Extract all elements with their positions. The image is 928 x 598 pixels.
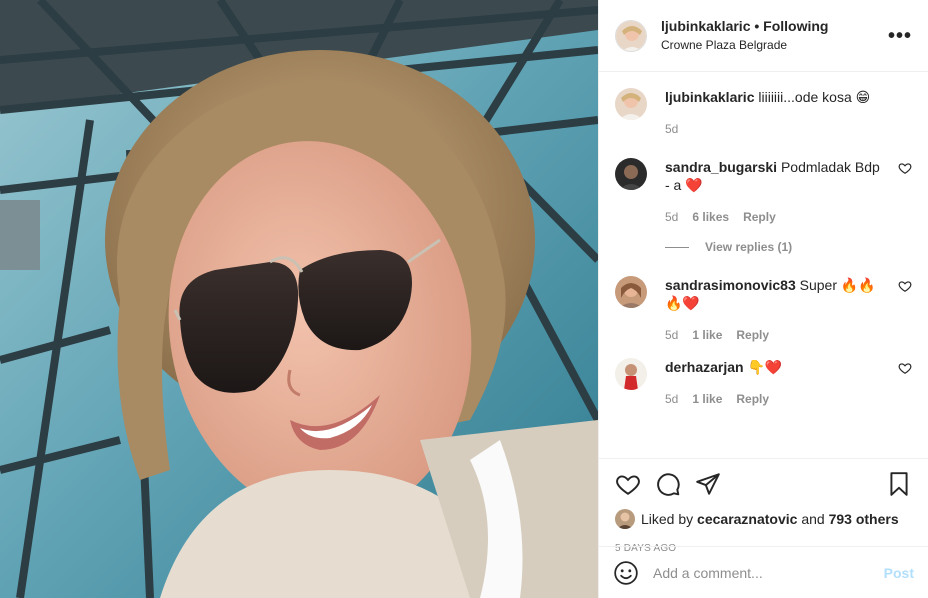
comment-username[interactable]: sandrasimonovic83 <box>665 277 796 293</box>
following-status[interactable]: • Following <box>754 18 828 34</box>
commenter-avatar[interactable] <box>615 358 647 390</box>
like-heart-icon[interactable] <box>615 471 641 497</box>
caption-text: liiiiiii...ode kosa 😁 <box>758 89 871 105</box>
comment-time[interactable]: 5d <box>665 208 678 226</box>
location-link[interactable]: Crowne Plaza Belgrade <box>661 36 888 55</box>
comment-body: derhazarjan 👇❤️ 5d 1 like Reply <box>665 358 912 408</box>
commenter-avatar[interactable] <box>615 276 647 308</box>
comment-text: 👇❤️ <box>747 359 783 375</box>
commenter-avatar[interactable] <box>615 158 647 190</box>
bookmark-icon[interactable] <box>886 471 912 497</box>
caption-body: ljubinkaklaric liiiiiii...ode kosa 😁 5d <box>665 88 912 138</box>
comment-meta: 5d 1 like Reply <box>665 390 886 408</box>
reply-button[interactable]: Reply <box>736 326 769 344</box>
liked-by-middle: and <box>801 511 825 527</box>
author-avatar[interactable] <box>615 19 647 52</box>
instagram-post: ljubinkaklaric • Following Crowne Plaza … <box>0 0 928 598</box>
comment-time[interactable]: 5d <box>665 390 678 408</box>
caption-username[interactable]: ljubinkaklaric <box>665 89 754 105</box>
comment-body: sandra_bugarski Podmladak Bdp - a ❤️ 5d … <box>665 158 912 226</box>
comment-likes[interactable]: 6 likes <box>692 208 729 226</box>
comment-meta: 5d 6 likes Reply <box>665 208 886 226</box>
like-comment-icon[interactable] <box>898 279 912 293</box>
action-icons <box>615 467 912 501</box>
comment-likes[interactable]: 1 like <box>692 326 722 344</box>
comment-item: sandra_bugarski Podmladak Bdp - a ❤️ 5d … <box>615 158 912 226</box>
like-comment-icon[interactable] <box>898 361 912 375</box>
liked-by-user[interactable]: cecaraznatovic <box>697 511 797 527</box>
comments-list: ljubinkaklaric liiiiiii...ode kosa 😁 5d … <box>599 72 928 458</box>
header-text: ljubinkaklaric • Following Crowne Plaza … <box>661 17 888 55</box>
comment-bubble-icon[interactable] <box>655 471 681 497</box>
comment-username[interactable]: sandra_bugarski <box>665 159 777 175</box>
comment-time[interactable]: 5d <box>665 326 678 344</box>
liked-by: Liked by cecaraznatovic and 793 others <box>615 509 912 529</box>
comment-input[interactable] <box>653 564 884 581</box>
post-sidebar: ljubinkaklaric • Following Crowne Plaza … <box>598 0 928 598</box>
view-replies-button[interactable]: View replies (1) <box>665 240 912 254</box>
reply-button[interactable]: Reply <box>743 208 776 226</box>
comment-username[interactable]: derhazarjan <box>665 359 744 375</box>
comment-item: derhazarjan 👇❤️ 5d 1 like Reply <box>615 358 912 408</box>
comment-item: sandrasimonovic83 Super 🔥🔥🔥❤️ 5d 1 like … <box>615 276 912 344</box>
like-comment-icon[interactable] <box>898 161 912 175</box>
emoji-icon[interactable] <box>613 560 639 586</box>
view-replies-line <box>665 246 689 248</box>
comment-body: sandrasimonovic83 Super 🔥🔥🔥❤️ 5d 1 like … <box>665 276 912 344</box>
add-comment-bar: Post <box>599 546 928 598</box>
author-username[interactable]: ljubinkaklaric <box>661 18 750 34</box>
post-comment-button[interactable]: Post <box>884 565 914 581</box>
liker-avatar[interactable] <box>615 509 635 529</box>
post-header: ljubinkaklaric • Following Crowne Plaza … <box>599 0 928 72</box>
caption-meta: 5d <box>665 120 886 138</box>
comment-likes[interactable]: 1 like <box>692 390 722 408</box>
selfie-image <box>0 0 598 598</box>
caption: ljubinkaklaric liiiiiii...ode kosa 😁 5d <box>615 88 912 138</box>
liked-by-others[interactable]: 793 others <box>829 511 899 527</box>
liked-by-prefix: Liked by <box>641 511 694 527</box>
share-send-icon[interactable] <box>695 471 721 497</box>
reply-button[interactable]: Reply <box>736 390 769 408</box>
caption-time[interactable]: 5d <box>665 120 678 138</box>
comment-meta: 5d 1 like Reply <box>665 326 886 344</box>
more-options-icon[interactable]: ••• <box>888 26 912 46</box>
caption-avatar[interactable] <box>615 88 647 120</box>
view-replies-label: View replies (1) <box>705 240 793 254</box>
post-photo[interactable] <box>0 0 598 598</box>
